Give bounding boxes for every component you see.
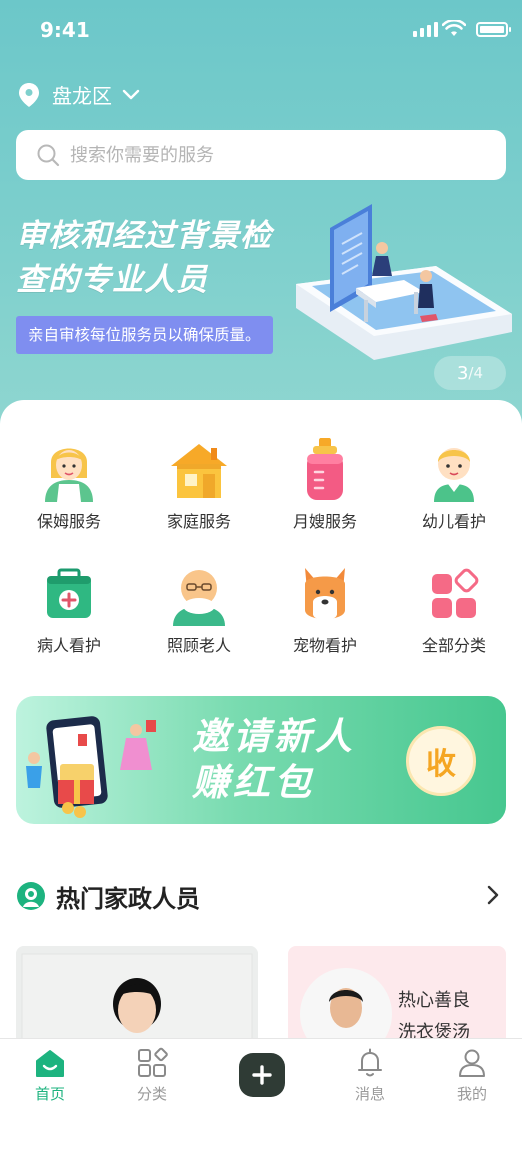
elderly-icon xyxy=(173,570,225,626)
hot-workers-icon xyxy=(17,882,45,910)
search-icon xyxy=(37,144,60,167)
search-bar[interactable] xyxy=(16,130,506,180)
banner-pager: 3/4 xyxy=(434,356,506,390)
pet-dog-icon xyxy=(305,568,345,620)
house-icon xyxy=(171,444,227,498)
category-label: 病人看护 xyxy=(36,636,101,655)
pager-current: 3 xyxy=(456,362,469,384)
chevron-down-icon xyxy=(122,89,140,99)
category-label: 月嫂服务 xyxy=(292,512,357,531)
user-icon xyxy=(459,1049,485,1077)
category-grid-icon xyxy=(138,1047,168,1077)
category-label: 保姆服务 xyxy=(36,512,101,531)
tab-category[interactable]: 分类 xyxy=(122,1047,182,1104)
invite-text: 邀请新人 赚红包 xyxy=(192,714,356,806)
bell-icon xyxy=(358,1048,382,1077)
wifi-icon xyxy=(442,20,466,36)
invite-line-2: 赚红包 xyxy=(192,761,315,804)
baby-bottle-icon xyxy=(307,438,343,500)
battery-icon xyxy=(476,22,511,37)
category-elderly-care[interactable]: 照顾老人 xyxy=(147,562,251,656)
chevron-right-icon[interactable] xyxy=(486,884,500,906)
medical-kit-icon xyxy=(47,568,91,618)
status-time: 9:41 xyxy=(40,18,90,42)
category-pet-care[interactable]: 宠物看护 xyxy=(273,562,377,656)
tab-bar: 首页 分类 消息 我的 xyxy=(0,1038,522,1156)
hot-workers-header: 热门家政人员 xyxy=(16,876,506,916)
category-label: 宠物看护 xyxy=(292,636,357,655)
tab-label: 分类 xyxy=(136,1085,167,1103)
signal-icon xyxy=(413,22,438,37)
tab-label: 消息 xyxy=(354,1085,385,1103)
section-title: 热门家政人员 xyxy=(56,884,200,913)
category-nanny[interactable]: 保姆服务 xyxy=(17,438,121,532)
category-label: 幼儿看护 xyxy=(421,512,486,531)
tab-label: 我的 xyxy=(456,1085,487,1103)
tab-home[interactable]: 首页 xyxy=(20,1047,80,1104)
nanny-icon xyxy=(45,448,93,502)
tab-label: 首页 xyxy=(34,1085,65,1103)
search-input[interactable] xyxy=(70,144,470,166)
invite-line-1: 邀请新人 xyxy=(192,715,356,758)
district-name: 盘龙区 xyxy=(52,84,112,108)
category-childcare[interactable]: 幼儿看护 xyxy=(402,438,506,532)
location-selector[interactable]: 盘龙区 xyxy=(18,80,140,109)
child-icon xyxy=(434,448,474,502)
category-maternity[interactable]: 月嫂服务 xyxy=(273,438,377,532)
category-label: 全部分类 xyxy=(421,636,486,655)
status-bar: 9:41 xyxy=(0,0,522,60)
tab-messages[interactable]: 消息 xyxy=(340,1047,400,1104)
tab-profile[interactable]: 我的 xyxy=(442,1047,502,1104)
all-categories-icon xyxy=(432,568,479,618)
hero-banner-area: 9:41 盘龙区 审核和经过背景检查的专业人员 亲自审核每位服务员以确保质量。 xyxy=(0,0,522,430)
category-home[interactable]: 家庭服务 xyxy=(147,438,251,532)
category-all[interactable]: 全部分类 xyxy=(402,562,506,656)
category-label: 照顾老人 xyxy=(166,636,231,655)
category-label: 家庭服务 xyxy=(166,512,231,531)
invite-banner[interactable]: 邀请新人 赚红包 收 xyxy=(16,696,506,824)
plus-icon xyxy=(252,1065,272,1085)
worker-tag: 热心善良 xyxy=(398,990,470,1011)
pager-total: /4 xyxy=(468,364,484,382)
category-patient-care[interactable]: 病人看护 xyxy=(17,562,121,656)
home-icon xyxy=(36,1050,64,1077)
banner-subtitle: 亲自审核每位服务员以确保质量。 xyxy=(16,316,273,354)
location-pin-icon xyxy=(19,82,39,107)
add-button[interactable] xyxy=(239,1053,285,1097)
collect-button[interactable]: 收 xyxy=(406,726,476,796)
phone-gifts-illustration xyxy=(26,716,156,818)
banner-title: 审核和经过背景检查的专业人员 xyxy=(16,218,272,298)
